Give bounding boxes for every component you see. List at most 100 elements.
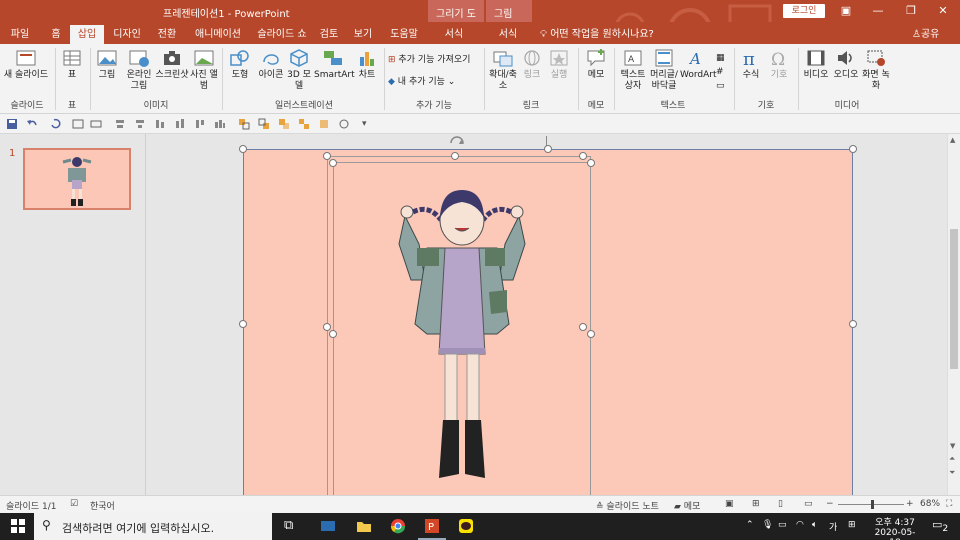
- zoom-slider-knob[interactable]: [871, 500, 874, 509]
- character-illustration[interactable]: [377, 184, 547, 484]
- chart-button[interactable]: 차트: [354, 48, 380, 81]
- slide-thumbnail[interactable]: [23, 148, 131, 210]
- notes-button[interactable]: ≙ 슬라이드 노트: [596, 499, 659, 512]
- shape-fill-icon[interactable]: [338, 118, 350, 130]
- align-icon[interactable]: [194, 118, 206, 130]
- picture-button[interactable]: 그림: [94, 48, 120, 81]
- resize-handle[interactable]: [239, 145, 247, 153]
- align-icon[interactable]: [134, 118, 146, 130]
- tab-view[interactable]: 보기: [348, 25, 378, 44]
- customize-qat-icon[interactable]: ▾: [362, 118, 374, 130]
- tell-me-box[interactable]: 💡︎ 어떤 작업을 원하시나요?: [540, 25, 654, 44]
- share-button[interactable]: ♙공유: [912, 25, 939, 44]
- align-icon[interactable]: [114, 118, 126, 130]
- photo-album-button[interactable]: 사진 앨범: [190, 48, 218, 92]
- powerpoint-icon[interactable]: P: [424, 518, 440, 534]
- file-explorer-icon[interactable]: [356, 518, 372, 534]
- toolbar-icon[interactable]: [90, 118, 102, 130]
- notifications-icon[interactable]: ▭2: [932, 518, 948, 534]
- windows-start-icon[interactable]: [10, 518, 26, 534]
- redo-icon[interactable]: [50, 118, 62, 130]
- slide-sorter-icon[interactable]: ⊞: [752, 499, 760, 509]
- zoom-slider-track[interactable]: [838, 500, 904, 509]
- minimize-icon[interactable]: —: [870, 4, 886, 18]
- textbox-button[interactable]: A 텍스트 상자: [618, 48, 648, 92]
- action-button[interactable]: 실행: [546, 48, 572, 81]
- next-slide-icon[interactable]: ⏷: [949, 468, 955, 478]
- tab-picture-format[interactable]: 서식: [490, 25, 526, 44]
- audio-button[interactable]: 오디오: [832, 48, 860, 81]
- taskbar-search-box[interactable]: ⚲ 검색하려면 여기에 입력하십시오.: [34, 513, 272, 540]
- restore-icon[interactable]: ❐: [903, 4, 919, 18]
- resize-handle[interactable]: [544, 145, 552, 153]
- reading-view-icon[interactable]: ▯: [778, 499, 783, 509]
- rotate-handle-icon[interactable]: [447, 134, 467, 148]
- table-button[interactable]: 표: [58, 48, 86, 81]
- group-objects-icon[interactable]: [278, 118, 290, 130]
- slide-number-button[interactable]: #: [716, 66, 724, 78]
- slideshow-view-icon[interactable]: ▭: [804, 499, 813, 509]
- save-icon[interactable]: [6, 118, 18, 130]
- ime-indicator[interactable]: 가: [829, 520, 837, 533]
- zoom-in-icon[interactable]: +: [906, 499, 914, 509]
- resize-handle[interactable]: [451, 152, 459, 160]
- wordart-button[interactable]: A WordArt: [680, 48, 717, 81]
- tab-home[interactable]: 홈: [44, 25, 68, 44]
- chrome-icon[interactable]: [390, 518, 406, 534]
- kakaotalk-icon[interactable]: [458, 518, 474, 534]
- symbol-button[interactable]: Ω 기호: [766, 48, 792, 81]
- align-icon[interactable]: [154, 118, 166, 130]
- tab-insert[interactable]: 삽입: [70, 25, 104, 44]
- resize-handle[interactable]: [849, 320, 857, 328]
- smartart-button[interactable]: SmartArt: [314, 48, 355, 81]
- object-button[interactable]: ▭: [716, 80, 725, 92]
- tab-drawing-format[interactable]: 서식: [436, 25, 472, 44]
- keyboard-icon[interactable]: ⊞: [848, 520, 856, 530]
- start-from-beginning-icon[interactable]: [72, 118, 84, 130]
- online-picture-button[interactable]: 온라인 그림: [122, 48, 156, 92]
- align-icon[interactable]: [174, 118, 186, 130]
- slide-indicator[interactable]: 슬라이드 1/1: [6, 499, 56, 512]
- login-button[interactable]: 로그인: [783, 4, 825, 18]
- zoom-button[interactable]: 확대/축소: [488, 48, 518, 92]
- equation-button[interactable]: π 수식: [738, 48, 764, 81]
- resize-handle[interactable]: [329, 330, 337, 338]
- fit-to-window-icon[interactable]: ⛶: [946, 499, 952, 509]
- resize-handle[interactable]: [239, 320, 247, 328]
- header-footer-button[interactable]: 머리글/바닥글: [648, 48, 680, 92]
- network-icon[interactable]: ◠: [796, 520, 804, 530]
- scroll-up-icon[interactable]: ▲: [950, 136, 955, 144]
- arrange-icon[interactable]: [318, 118, 330, 130]
- task-view-icon[interactable]: ⧉: [284, 518, 300, 534]
- microphone-icon[interactable]: 🎙︎: [762, 520, 773, 530]
- battery-icon[interactable]: ▭: [778, 520, 787, 530]
- undo-icon[interactable]: [26, 118, 38, 130]
- vertical-scrollbar[interactable]: ▲ ▼ ⏶ ⏷: [947, 134, 960, 495]
- scroll-down-icon[interactable]: ▼: [950, 442, 955, 450]
- close-icon[interactable]: ✕: [935, 4, 951, 18]
- link-button[interactable]: 링크: [520, 48, 544, 81]
- edge-icon[interactable]: [320, 518, 336, 534]
- language-indicator[interactable]: 한국어: [90, 499, 115, 512]
- tab-transitions[interactable]: 전환: [150, 25, 184, 44]
- bring-forward-icon[interactable]: [238, 118, 250, 130]
- ribbon-display-options-icon[interactable]: ▣: [838, 4, 854, 18]
- resize-handle[interactable]: [587, 159, 595, 167]
- normal-view-icon[interactable]: ▣: [725, 499, 734, 509]
- resize-handle[interactable]: [849, 145, 857, 153]
- tab-review[interactable]: 검토: [314, 25, 344, 44]
- distribute-icon[interactable]: [214, 118, 226, 130]
- screenshot-button[interactable]: 스크린샷: [154, 48, 190, 81]
- tab-animations[interactable]: 애니메이션: [190, 25, 246, 44]
- clock[interactable]: 오후 4:37 2020-05-18: [872, 515, 918, 540]
- icons-button[interactable]: 아이콘: [256, 48, 286, 81]
- new-slide-button[interactable]: 새 슬라이드: [2, 48, 50, 81]
- volume-icon[interactable]: 🔈︎: [812, 520, 817, 530]
- resize-handle[interactable]: [579, 323, 587, 331]
- show-hidden-icons-icon[interactable]: ⌃: [746, 520, 754, 530]
- date-time-button[interactable]: ▦: [716, 52, 725, 64]
- tab-file[interactable]: 파일: [2, 25, 38, 44]
- zoom-level[interactable]: 68%: [920, 499, 940, 509]
- comment-button[interactable]: 메모: [582, 48, 610, 81]
- resize-handle[interactable]: [587, 330, 595, 338]
